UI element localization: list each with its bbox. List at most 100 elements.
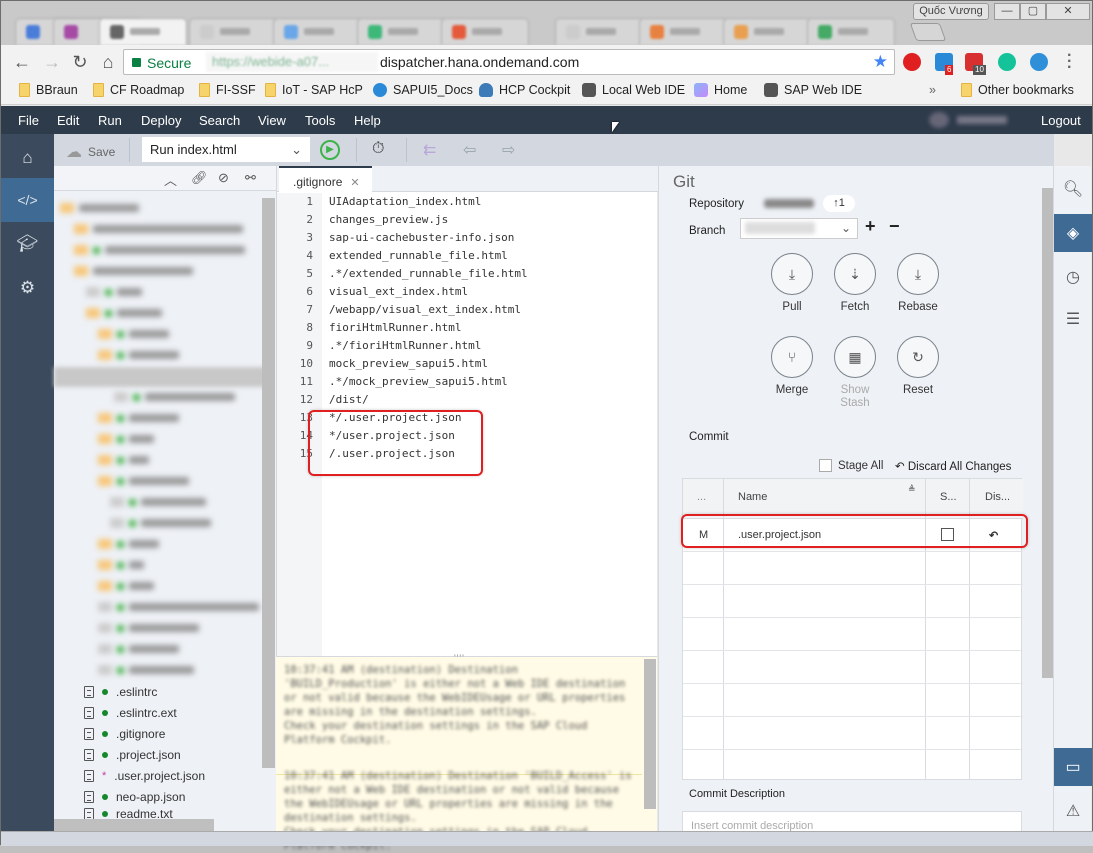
code-line[interactable]: 6 visual_ext_index.html bbox=[277, 285, 658, 303]
browser-tab[interactable] bbox=[555, 18, 643, 45]
resize-handle[interactable]: '''' bbox=[454, 653, 465, 663]
outline-icon[interactable]: ☰ bbox=[1054, 300, 1092, 338]
home-icon[interactable]: ⌂ bbox=[97, 51, 119, 73]
tree-horizontal-scrollbar[interactable] bbox=[54, 819, 214, 831]
development-icon[interactable]: </> bbox=[1, 178, 54, 222]
code-line[interactable]: 2 changes_preview.js bbox=[277, 213, 658, 231]
address-bar[interactable]: Secure https://webide-a07... dispatcher.… bbox=[123, 49, 895, 75]
history-clock-icon[interactable]: ◷ bbox=[1054, 258, 1092, 296]
link-icon[interactable]: 🔗︎ bbox=[191, 170, 208, 186]
next-change-icon[interactable]: ⇨ bbox=[502, 140, 515, 160]
maximize-button[interactable]: ▢ bbox=[1020, 3, 1046, 20]
merge-button[interactable]: ⑂ Merge bbox=[762, 336, 822, 397]
code-line[interactable]: 9 .*/fioriHtmlRunner.html bbox=[277, 339, 658, 357]
opera-icon[interactable] bbox=[903, 53, 921, 71]
column-stage[interactable]: S... bbox=[940, 491, 957, 503]
hide-icon[interactable]: ⊘ bbox=[218, 170, 229, 186]
menu-help[interactable]: Help bbox=[354, 113, 381, 128]
menu-tools[interactable]: Tools bbox=[305, 113, 335, 128]
console-icon[interactable]: ▭ bbox=[1054, 748, 1092, 786]
column-discard[interactable]: Dis... bbox=[985, 491, 1010, 503]
previous-change-icon[interactable]: ⇦ bbox=[463, 140, 476, 160]
bookmark-cf-roadmap[interactable]: CF Roadmap bbox=[93, 83, 184, 97]
minimize-button[interactable]: — bbox=[994, 3, 1020, 20]
code-line[interactable]: 5 .*/extended_runnable_file.html bbox=[277, 267, 658, 285]
branch-select[interactable]: ⌄ bbox=[740, 218, 858, 239]
search-icon[interactable]: 🔍︎ bbox=[1054, 170, 1092, 208]
bookmark-local-web-ide[interactable]: Local Web IDE bbox=[582, 83, 685, 97]
code-line[interactable]: 11 .*/mock_preview_sapui5.html bbox=[277, 375, 658, 393]
bookmark-sapui5-docs[interactable]: SAPUI5_Docs bbox=[373, 83, 473, 97]
add-branch-button[interactable]: + bbox=[865, 216, 876, 237]
chrome-menu-icon[interactable]: · · · bbox=[1067, 48, 1072, 76]
tree-file[interactable]: .eslintrc bbox=[84, 682, 157, 702]
bookmark-home[interactable]: Home bbox=[694, 83, 747, 97]
run-config-select[interactable]: Run index.html ⌄ bbox=[142, 137, 310, 162]
menu-edit[interactable]: Edit bbox=[57, 113, 79, 128]
timer-run-icon[interactable]: ⏱ bbox=[372, 140, 384, 158]
menu-view[interactable]: View bbox=[258, 113, 286, 128]
forward-icon[interactable]: → bbox=[41, 51, 63, 73]
code-line[interactable]: 3 sap-ui-cachebuster-info.json bbox=[277, 231, 658, 249]
close-tab-icon[interactable]: ✕ bbox=[350, 177, 359, 189]
menu-deploy[interactable]: Deploy bbox=[141, 113, 181, 128]
secure-indicator[interactable]: Secure bbox=[132, 55, 191, 71]
show-stash-button[interactable]: ▦ Show Stash bbox=[825, 336, 885, 410]
code-line[interactable]: 4 extended_runnable_file.html bbox=[277, 249, 658, 267]
binoculars-icon[interactable]: ⚯ bbox=[245, 170, 256, 186]
new-tab-button[interactable] bbox=[909, 23, 947, 41]
code-line[interactable]: 8 fioriHtmlRunner.html bbox=[277, 321, 658, 339]
git-icon[interactable]: ◈ bbox=[1054, 214, 1092, 252]
selected-tree-row[interactable] bbox=[54, 367, 266, 387]
code-line[interactable]: 7/webapp/visual_ext_index.html bbox=[277, 303, 658, 321]
save-button[interactable]: ☁ Save bbox=[66, 142, 115, 162]
settings-gear-icon[interactable]: ⚙ bbox=[1, 266, 54, 310]
bookmark-hcp-cockpit[interactable]: HCP Cockpit bbox=[479, 83, 570, 97]
browser-tab[interactable] bbox=[441, 18, 529, 45]
reload-icon[interactable]: ↻ bbox=[69, 51, 91, 73]
learning-icon[interactable]: 🎓︎ bbox=[1, 222, 54, 266]
delete-branch-button[interactable]: − bbox=[889, 216, 900, 237]
code-line[interactable]: 12/dist/ bbox=[277, 393, 658, 411]
sort-icon[interactable]: ≜ bbox=[908, 484, 916, 495]
bookmark-bbraun[interactable]: BBraun bbox=[19, 83, 78, 97]
push-count-badge[interactable]: ↑1 bbox=[823, 195, 855, 212]
browser-tab[interactable] bbox=[807, 18, 895, 45]
tree-file[interactable]: .gitignore bbox=[84, 724, 165, 744]
problems-warning-icon[interactable]: ⚠ bbox=[1054, 792, 1092, 830]
menu-search[interactable]: Search bbox=[199, 113, 240, 128]
close-button[interactable]: ✕ bbox=[1046, 3, 1090, 20]
bookmark-star-icon[interactable]: ★ bbox=[873, 52, 888, 72]
pull-button[interactable]: ⤓ Pull bbox=[762, 253, 822, 314]
code-line[interactable]: 10 mock_preview_sapui5.html bbox=[277, 357, 658, 375]
column-name[interactable]: Name bbox=[738, 491, 767, 503]
bookmark-iot[interactable]: IoT - SAP HcP bbox=[265, 83, 363, 97]
collapse-icon[interactable]: ︿ bbox=[164, 170, 177, 189]
back-icon[interactable]: ← bbox=[11, 51, 33, 73]
column-status[interactable]: ... bbox=[697, 491, 706, 503]
browser-tab[interactable] bbox=[639, 18, 727, 45]
tree-scrollbar[interactable] bbox=[262, 198, 275, 768]
tree-file[interactable]: .eslintrc.ext bbox=[84, 703, 177, 723]
browser-tab-active[interactable] bbox=[99, 18, 187, 45]
menu-file[interactable]: File bbox=[18, 113, 39, 128]
console-scrollbar[interactable] bbox=[644, 659, 656, 809]
profile-button[interactable]: Quốc Vương bbox=[913, 3, 989, 20]
bookmark-sap-web-ide[interactable]: SAP Web IDE bbox=[764, 83, 862, 97]
discard-all-button[interactable]: ↶ Discard All Changes bbox=[895, 459, 1011, 473]
browser-tab[interactable] bbox=[189, 18, 277, 45]
editor-tab-gitignore[interactable]: .gitignore ✕ bbox=[279, 166, 372, 193]
bookmarks-overflow[interactable]: » bbox=[929, 83, 936, 97]
fetch-button[interactable]: ⇣ Fetch bbox=[825, 253, 885, 314]
reset-button[interactable]: ↻ Reset bbox=[888, 336, 948, 397]
bookmark-fi-ssf[interactable]: FI-SSF bbox=[199, 83, 256, 97]
browser-tab[interactable] bbox=[273, 18, 361, 45]
home-icon[interactable]: ⌂ bbox=[1, 136, 54, 180]
code-line[interactable]: 1 UIAdaptation_index.html bbox=[277, 195, 658, 213]
diff-icon[interactable]: ⇇ bbox=[423, 140, 436, 160]
tree-file[interactable]: * .user.project.json bbox=[84, 766, 205, 786]
eye-extension-icon[interactable] bbox=[1030, 53, 1048, 71]
tree-file[interactable]: .project.json bbox=[84, 745, 181, 765]
rebase-button[interactable]: ⤓ Rebase bbox=[888, 253, 948, 314]
tree-file[interactable]: neo-app.json bbox=[84, 787, 185, 807]
